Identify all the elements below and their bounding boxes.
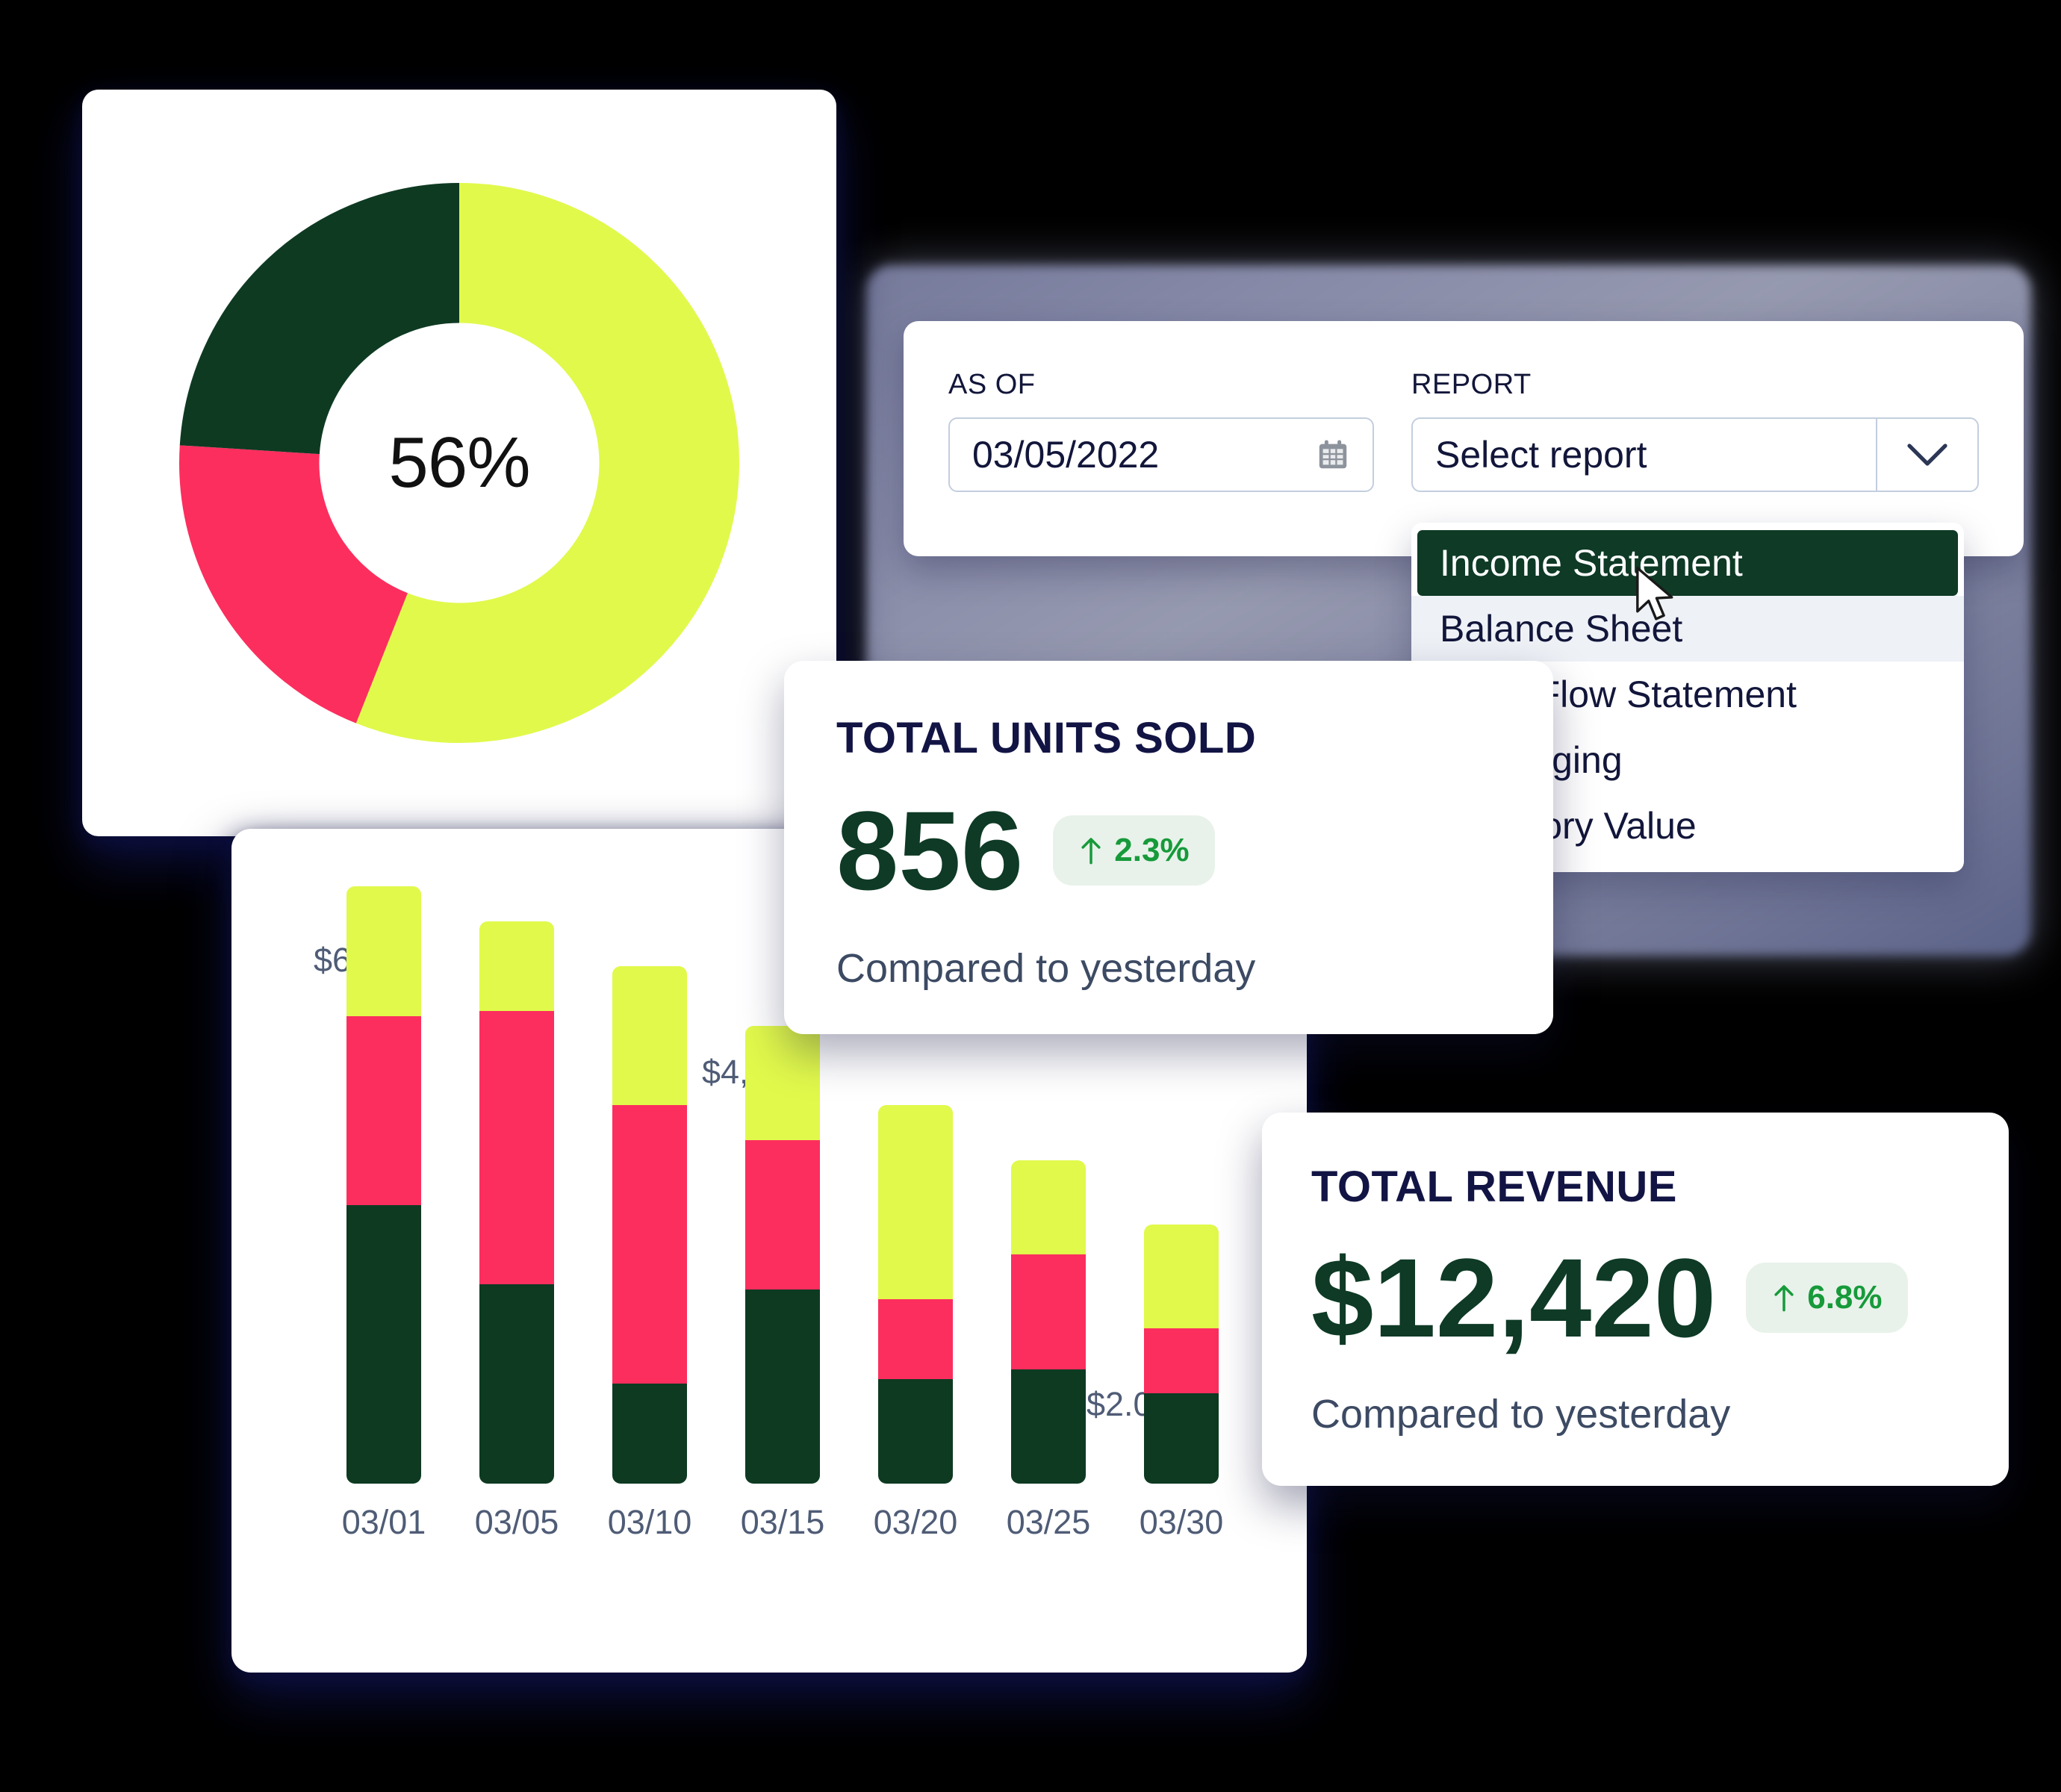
total-units-sold-subtitle: Compared to yesterday <box>836 946 1256 991</box>
bar-segment-yellow <box>479 921 554 1011</box>
bar-x-tick: 03/20 <box>873 1503 958 1541</box>
bar-segment-yellow <box>612 966 687 1106</box>
donut-center-percentage: 56% <box>388 423 530 503</box>
screenshot-stage: 56% $6,000 $4,600 $2.000 03/01 <box>0 0 2061 1792</box>
total-revenue-value: $12,420 <box>1311 1235 1717 1360</box>
bar-column[interactable]: 03/10 <box>583 966 716 1542</box>
donut-chart-card: 56% <box>82 90 836 836</box>
bar-segment-pink <box>1011 1254 1086 1369</box>
bar-segment-green <box>612 1384 687 1484</box>
dropdown-option-balance-sheet[interactable]: Balance Sheet <box>1411 596 1964 662</box>
total-revenue-subtitle: Compared to yesterday <box>1311 1392 1731 1437</box>
bar-segment-pink <box>878 1299 953 1379</box>
total-units-sold-value-row: 856 2.3% <box>836 794 1553 906</box>
bar-segment-green <box>479 1284 554 1484</box>
report-field-group: REPORT Select report <box>1411 369 1979 492</box>
bar-column[interactable]: 03/25 <box>982 1160 1115 1542</box>
calendar-icon[interactable] <box>1316 438 1350 472</box>
bar-segment-yellow <box>346 886 421 1016</box>
bar-x-tick: 03/15 <box>740 1503 825 1541</box>
bar-column[interactable]: 03/20 <box>849 1105 982 1542</box>
bar-segment-green <box>346 1205 421 1484</box>
donut-chart: 56% <box>179 183 739 743</box>
bar-segment-pink <box>612 1105 687 1384</box>
report-filter-bar: AS OF 03/05/2022 REPORT Select report <box>904 321 2024 556</box>
total-revenue-card: TOTAL REVENUE $12,420 6.8% Compared to y… <box>1262 1113 2009 1486</box>
chevron-down-icon[interactable] <box>1876 419 1977 491</box>
total-revenue-value-row: $12,420 6.8% <box>1311 1242 2009 1354</box>
bar-column[interactable]: 03/01 <box>317 886 450 1542</box>
bar-segment-yellow <box>1144 1225 1219 1328</box>
total-units-sold-value: 856 <box>836 788 1024 913</box>
bar-segment-yellow <box>1011 1160 1086 1255</box>
bar-segment-pink <box>745 1140 820 1290</box>
arrow-up-icon <box>1081 838 1101 865</box>
bar-segment-green <box>878 1378 953 1484</box>
total-units-sold-delta-value: 2.3% <box>1114 832 1190 868</box>
bar-x-tick: 03/10 <box>607 1503 692 1541</box>
total-units-sold-title: TOTAL UNITS SOLD <box>836 714 1257 762</box>
total-units-sold-card: TOTAL UNITS SOLD 856 2.3% Compared to ye… <box>784 661 1553 1034</box>
total-units-sold-delta-badge: 2.3% <box>1053 815 1215 886</box>
as-of-label: AS OF <box>948 369 1036 400</box>
as-of-date-input[interactable]: 03/05/2022 <box>948 417 1374 492</box>
bar-segment-pink <box>346 1015 421 1206</box>
bar-stack[interactable] <box>745 1026 820 1484</box>
total-revenue-delta-badge: 6.8% <box>1746 1263 1908 1333</box>
report-select-placeholder: Select report <box>1435 434 1647 476</box>
bar-x-tick: 03/30 <box>1139 1503 1224 1541</box>
as-of-date-value: 03/05/2022 <box>972 434 1160 476</box>
bar-stack[interactable] <box>346 886 421 1484</box>
bar-segment-green <box>745 1289 820 1484</box>
report-label: REPORT <box>1411 369 1532 400</box>
bar-segment-pink <box>1144 1328 1219 1393</box>
as-of-field-group: AS OF 03/05/2022 <box>948 369 1374 492</box>
bar-series-row: 03/01 03/05 03/10 03/15 03/20 03/25 03/3… <box>317 886 1251 1542</box>
bar-stack[interactable] <box>479 921 554 1484</box>
bar-column[interactable]: 03/15 <box>716 1026 849 1542</box>
bar-segment-pink <box>479 1010 554 1285</box>
bar-stack[interactable] <box>1011 1160 1086 1484</box>
bar-stack[interactable] <box>612 966 687 1484</box>
bar-x-tick: 03/25 <box>1006 1503 1091 1541</box>
bar-stack[interactable] <box>1144 1225 1219 1484</box>
bar-segment-green <box>1144 1393 1219 1484</box>
bar-x-tick: 03/01 <box>341 1503 426 1541</box>
total-revenue-delta-value: 6.8% <box>1807 1279 1883 1316</box>
bar-stack[interactable] <box>878 1105 953 1484</box>
mouse-cursor-icon <box>1634 566 1677 624</box>
bar-segment-green <box>1011 1369 1086 1484</box>
bar-x-tick: 03/05 <box>474 1503 559 1541</box>
arrow-up-icon <box>1774 1285 1794 1312</box>
bar-segment-yellow <box>878 1105 953 1300</box>
bar-segment-yellow <box>745 1026 820 1141</box>
bar-column[interactable]: 03/30 <box>1115 1225 1248 1542</box>
bar-column[interactable]: 03/05 <box>450 921 583 1542</box>
total-revenue-title: TOTAL REVENUE <box>1311 1163 1677 1211</box>
report-select[interactable]: Select report <box>1411 417 1979 492</box>
dropdown-option-income-statement[interactable]: Income Statement <box>1417 530 1958 596</box>
